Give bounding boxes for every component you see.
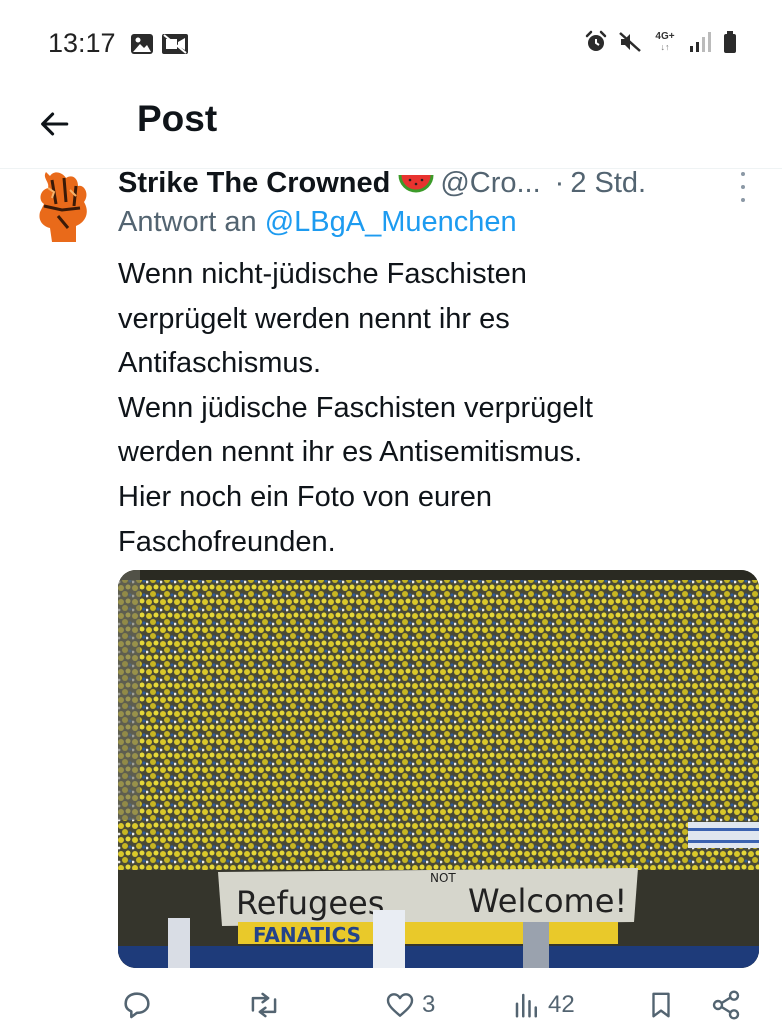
post-media-image[interactable]: Refugees NOT Welcome! FANATICS bbox=[118, 570, 759, 968]
reply-icon bbox=[124, 992, 150, 1019]
separator-dot: · bbox=[554, 166, 565, 199]
gallery-icon bbox=[131, 34, 153, 54]
post-author-line: Strike The Crowned @Cro... · 2 Std. bbox=[118, 165, 752, 201]
reply-prefix: Antwort an bbox=[118, 206, 257, 238]
page-title: Post bbox=[137, 98, 218, 139]
bookmark-icon bbox=[652, 992, 670, 1018]
reply-handle-link[interactable]: @LBgA_Muenchen bbox=[265, 206, 517, 238]
watermelon-emoji-icon bbox=[398, 174, 434, 193]
repost-icon bbox=[251, 992, 277, 1018]
reply-button[interactable] bbox=[120, 985, 160, 1025]
top-app-bar: Post bbox=[0, 88, 782, 169]
post-action-bar: 3 42 bbox=[118, 985, 758, 1025]
battery-icon bbox=[724, 31, 736, 53]
post-text: Wenn nicht-jüdische Faschisten verprügel… bbox=[118, 258, 593, 558]
network-4g-icon: 4G+ ↓↑ bbox=[655, 31, 675, 53]
banner-text-fanatics: FANATICS bbox=[253, 923, 361, 947]
banner-text-welcome: Welcome! bbox=[468, 882, 627, 920]
share-button[interactable] bbox=[710, 985, 742, 1025]
arrow-left-icon bbox=[41, 112, 69, 136]
like-count: 3 bbox=[422, 991, 436, 1018]
back-button[interactable] bbox=[28, 98, 80, 150]
share-icon bbox=[712, 990, 740, 1020]
like-button[interactable]: 3 bbox=[384, 985, 435, 1025]
reply-to-line: Antwort an @LBgA_Muenchen bbox=[118, 206, 517, 239]
views-button[interactable]: 42 bbox=[512, 985, 575, 1025]
alarm-icon bbox=[585, 30, 607, 51]
repost-button[interactable] bbox=[246, 985, 288, 1025]
status-bar: 13:17 4G+ ↓↑ bbox=[0, 0, 782, 88]
avatar[interactable] bbox=[32, 168, 92, 244]
author-name[interactable]: Strike The Crowned bbox=[118, 167, 390, 200]
views-bar-chart-icon bbox=[515, 993, 537, 1018]
more-options-button[interactable] bbox=[738, 172, 748, 202]
banner-text-not: NOT bbox=[430, 871, 456, 885]
banner-text-refugees: Refugees bbox=[236, 884, 384, 922]
mute-icon bbox=[619, 32, 641, 52]
view-count: 42 bbox=[548, 991, 575, 1018]
post-timestamp: 2 Std. bbox=[570, 166, 647, 199]
author-handle[interactable]: @Cro... bbox=[440, 167, 540, 200]
stadium-photo: Refugees NOT Welcome! FANATICS bbox=[118, 570, 759, 968]
heart-icon bbox=[386, 993, 414, 1017]
signal-icon bbox=[690, 32, 711, 52]
status-time: 13:17 bbox=[48, 28, 116, 58]
bookmark-button[interactable] bbox=[646, 985, 676, 1025]
screen-record-icon bbox=[162, 34, 188, 54]
